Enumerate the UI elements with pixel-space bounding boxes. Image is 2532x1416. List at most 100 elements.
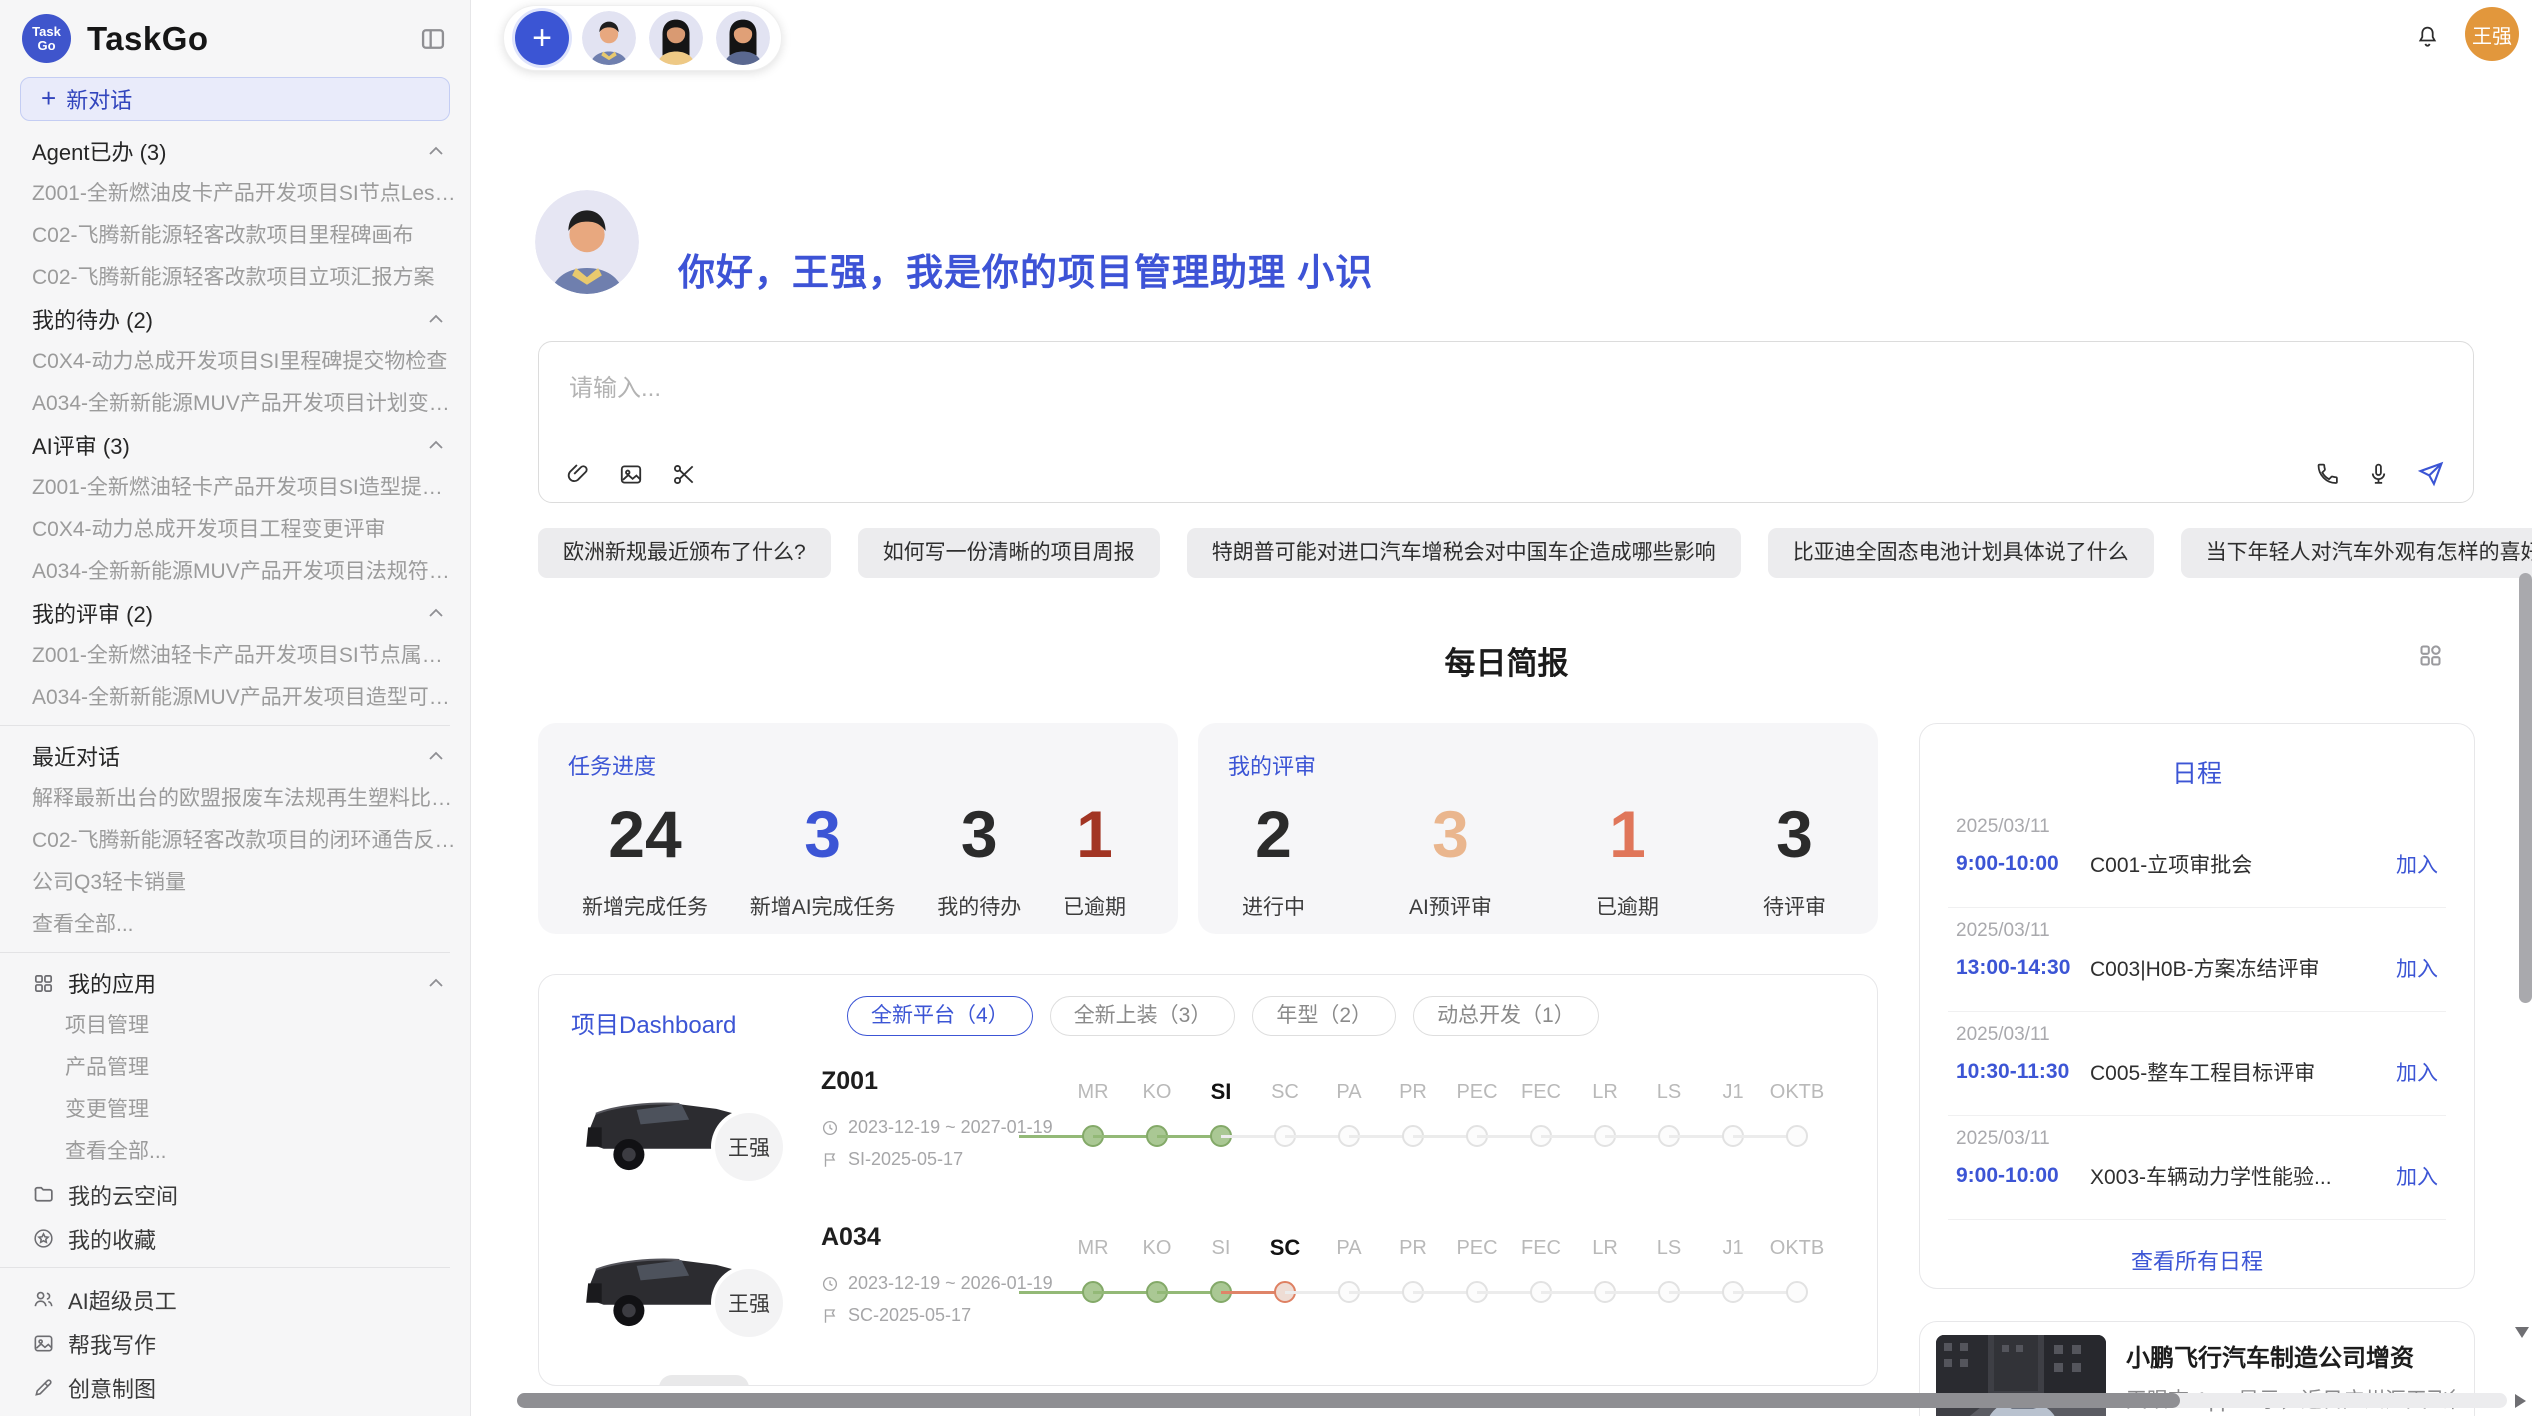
recent-chat-item[interactable]: 查看全部... <box>32 913 470 936</box>
agent-avatar-1[interactable] <box>582 11 636 65</box>
recent-chat-item[interactable]: C02-飞腾新能源轻客改款项目的闭环通告反馈情况 <box>32 829 470 852</box>
project-owner-badge: 王强 <box>715 1113 783 1181</box>
milestone-label: PEC <box>1445 1231 1509 1265</box>
clock-icon <box>821 1275 839 1293</box>
suggestion-chip[interactable]: 当下年轻人对汽车外观有怎样的喜好趋势 <box>2181 528 2532 578</box>
chevron-up-icon[interactable] <box>428 313 444 325</box>
milestone: SI <box>1189 1231 1253 1331</box>
schedule-item: 2025/03/119:00-10:00C001-立项审批会加入 <box>1920 804 2474 908</box>
project-flag-row: SC-2025-05-17 <box>821 1305 971 1326</box>
sidebar-tool[interactable]: 创意制图 <box>32 1375 470 1400</box>
milestone-label: FEC <box>1509 1075 1573 1109</box>
send-icon[interactable] <box>2417 460 2445 488</box>
recent-chat-item[interactable]: 公司Q3轻卡销量 <box>32 871 470 894</box>
sidebar-item[interactable]: C02-飞腾新能源轻客改款项目里程碑画布 <box>32 224 470 247</box>
sidebar-item[interactable]: A034-全新新能源MUV产品开发项目计划变更表编写 <box>32 392 470 415</box>
sidebar-item[interactable]: Z001-全新燃油轻卡产品开发项目SI造型提交物评审 <box>32 476 470 499</box>
notification-bell-icon[interactable] <box>2415 24 2440 50</box>
milestone-dot[interactable] <box>1786 1125 1808 1147</box>
stat-item: 3AI预评审 <box>1409 799 1492 921</box>
dashboard-tab[interactable]: 全新平台（4） <box>847 996 1033 1036</box>
dashboard-tab[interactable]: 年型（2） <box>1252 996 1396 1036</box>
stat-value: 1 <box>1596 799 1659 869</box>
chat-input[interactable]: 请输入... <box>538 341 2474 503</box>
dashboard-tab[interactable]: 全新上装（3） <box>1050 996 1236 1036</box>
suggestion-chips: 欧洲新规最近颁布了什么? 如何写一份清晰的项目周报特朗普可能对进口汽车增税会对中国… <box>538 528 2474 578</box>
new-chat-button[interactable]: + 新对话 <box>20 77 450 121</box>
milestone: PEC <box>1445 1075 1509 1175</box>
new-chat-label: 新对话 <box>66 83 132 115</box>
recent-chats-section: 最近对话 <box>32 744 470 768</box>
microphone-icon[interactable] <box>2366 461 2391 487</box>
join-link[interactable]: 加入 <box>2396 1161 2438 1191</box>
chevron-up-icon[interactable] <box>428 977 444 989</box>
voice-call-icon[interactable] <box>2315 461 2340 487</box>
app-item[interactable]: 项目管理 <box>65 1014 470 1037</box>
sidebar-item[interactable]: A034-全新新能源MUV产品开发项目法规符合性评审 <box>32 560 470 583</box>
join-link[interactable]: 加入 <box>2396 849 2438 879</box>
brief-layout-icon[interactable] <box>2417 642 2444 669</box>
sidebar-tool[interactable]: AI超级员工 <box>32 1287 470 1312</box>
suggestion-chip[interactable]: 如何写一份清晰的项目周报 <box>858 528 1160 578</box>
recent-chat-item[interactable]: 解释最新出台的欧盟报废车法规再生塑料比例被调至15%... <box>32 787 470 810</box>
schedule-name: C001-立项审批会 <box>2090 849 2382 879</box>
quick-agent-bar: + <box>503 5 782 71</box>
dashboard-title: 项目Dashboard <box>571 1005 736 1040</box>
screenshot-scissors-icon[interactable] <box>671 461 697 488</box>
dashboard-tab[interactable]: 动总开发（1） <box>1413 996 1599 1036</box>
schedule-name: X003-车辆动力学性能验... <box>2090 1161 2382 1191</box>
sidebar-item[interactable]: A034-全新新能源MUV产品开发项目造型可行性评审 <box>32 686 470 709</box>
scroll-down-arrow[interactable] <box>2515 1327 2529 1338</box>
sidebar-tool[interactable]: 帮我写作 <box>32 1331 470 1356</box>
join-link[interactable]: 加入 <box>2396 953 2438 983</box>
chevron-up-icon[interactable] <box>428 145 444 157</box>
milestone: FEC <box>1509 1231 1573 1331</box>
milestone: J1 <box>1701 1231 1765 1331</box>
suggestion-chip[interactable]: 欧洲新规最近颁布了什么? <box>538 528 831 578</box>
attach-file-icon[interactable] <box>565 461 591 488</box>
add-agent-button[interactable]: + <box>515 11 569 65</box>
agent-avatar-3[interactable] <box>716 11 770 65</box>
project-row: 王强Z0012023-12-19 ~ 2027-01-19SI-2025-05-… <box>539 1067 1877 1223</box>
vertical-scrollbar-thumb[interactable] <box>2519 573 2532 1003</box>
sidebar-item[interactable]: Z001-全新燃油轻卡产品开发项目SI节点属性5D文件评审 <box>32 644 470 667</box>
milestone-label: LS <box>1637 1231 1701 1265</box>
sidebar-section-1: 我的待办 (2) <box>32 307 470 331</box>
my-review-stats: 2进行中3AI预评审1已逾期3待评审 <box>1228 799 1840 921</box>
stat-value: 2 <box>1242 799 1305 869</box>
divider <box>0 725 450 726</box>
sidebar-item[interactable]: C0X4-动力总成开发项目SI里程碑提交物检查 <box>32 350 470 373</box>
sidebar-item[interactable]: C0X4-动力总成开发项目工程变更评审 <box>32 518 470 541</box>
stat-label: 待评审 <box>1763 891 1826 921</box>
insert-image-icon[interactable] <box>618 461 644 488</box>
agent-avatar-2[interactable] <box>649 11 703 65</box>
schedule-name: C005-整车工程目标评审 <box>2090 1057 2382 1087</box>
app-item[interactable]: 变更管理 <box>65 1098 470 1121</box>
recent-chats-section-label: 最近对话 <box>32 740 428 772</box>
task-progress-card: 任务进度 24新增完成任务3新增AI完成任务3我的待办1已逾期 <box>538 723 1178 934</box>
suggestion-chip[interactable]: 特朗普可能对进口汽车增税会对中国车企造成哪些影响 <box>1187 528 1741 578</box>
user-avatar[interactable]: 王强 <box>2465 7 2519 61</box>
horizontal-scrollbar[interactable] <box>517 1393 2507 1408</box>
sidebar-item[interactable]: C02-飞腾新能源轻客改款项目立项汇报方案 <box>32 266 470 289</box>
app-item[interactable]: 查看全部... <box>65 1140 470 1163</box>
sidebar-link-star[interactable]: 我的收藏 <box>32 1226 470 1251</box>
sidebar-section-3-label: 我的评审 (2) <box>32 597 428 629</box>
schedule-date: 2025/03/11 <box>1956 1024 2438 1046</box>
sidebar-item[interactable]: Z001-全新燃油皮卡产品开发项目SI节点Lesson Learn报告 <box>32 182 470 205</box>
sidebar-link-folder[interactable]: 我的云空间 <box>32 1182 470 1207</box>
sidebar-tool-label: 帮我写作 <box>68 1328 156 1360</box>
milestone-label: OKTB <box>1765 1231 1829 1265</box>
app-item[interactable]: 产品管理 <box>65 1056 470 1079</box>
milestone-dot[interactable] <box>1786 1281 1808 1303</box>
chevron-up-icon[interactable] <box>428 439 444 451</box>
collapse-sidebar-icon[interactable] <box>418 25 448 53</box>
view-all-schedule-link[interactable]: 查看所有日程 <box>1920 1244 2474 1276</box>
daily-brief-title: 每日简报 <box>538 638 2475 683</box>
scroll-right-arrow[interactable] <box>2515 1394 2526 1408</box>
chevron-up-icon[interactable] <box>428 750 444 762</box>
suggestion-chip[interactable]: 比亚迪全固态电池计划具体说了什么 <box>1768 528 2154 578</box>
join-link[interactable]: 加入 <box>2396 1057 2438 1087</box>
chevron-up-icon[interactable] <box>428 607 444 619</box>
horizontal-scrollbar-thumb[interactable] <box>517 1393 2180 1408</box>
